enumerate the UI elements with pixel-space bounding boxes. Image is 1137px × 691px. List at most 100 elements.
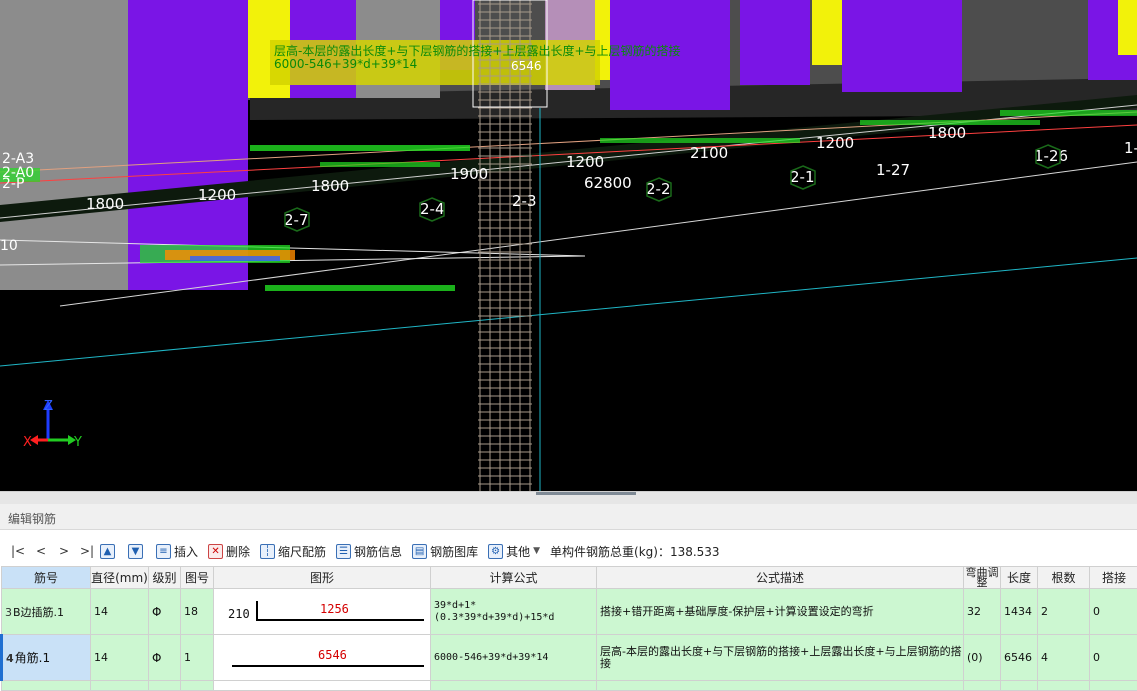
insert-row-icon: ≡: [156, 543, 171, 559]
axis-label: 1-26: [1034, 147, 1068, 165]
arrow-up-icon: ▲: [100, 543, 115, 559]
cell-diameter[interactable]: 14: [90, 634, 149, 681]
header-lap[interactable]: 搭接: [1089, 566, 1137, 589]
rebar-shape-drawing: 6546: [215, 636, 430, 680]
stirrups: [478, 3, 532, 485]
yellow-column-far-right: [1118, 0, 1137, 55]
header-diameter[interactable]: 直径(mm): [90, 566, 149, 589]
table-header: 筋号 直径(mm) 级别 图号 图形 计算公式 公式描述 弯曲调整 长度 根数 …: [1, 566, 1137, 589]
bar-name: 角筋.1: [14, 651, 51, 665]
overlay-formula: 6000-546+39*d+39*14: [274, 57, 417, 71]
header-count[interactable]: 根数: [1037, 566, 1090, 589]
cell-diameter[interactable]: 14: [90, 588, 149, 635]
nav-first-button[interactable]: |<: [8, 544, 28, 558]
move-down-button[interactable]: ▼: [128, 543, 146, 559]
dim-label: 1800: [311, 177, 349, 195]
chevron-down-icon: ▼: [533, 546, 541, 556]
row-number: 4: [6, 652, 14, 665]
cell-shape[interactable]: 6546: [213, 634, 431, 681]
cell-count[interactable]: 2: [1037, 588, 1090, 635]
dim-label: 2100: [690, 144, 728, 162]
header-fig-no[interactable]: 图号: [180, 566, 214, 589]
nav-next-button[interactable]: >: [54, 544, 74, 558]
panel-splitter[interactable]: [0, 491, 1137, 504]
cell-description[interactable]: 层高-本层的露出长度+与下层钢筋的搭接+上层露出长度+与上层钢筋的搭接: [596, 634, 964, 681]
table-row-empty[interactable]: [1, 680, 1137, 691]
rebar-shape-drawing: 210 1256: [215, 590, 430, 634]
other-dropdown[interactable]: ⚙ 其他 ▼: [488, 543, 540, 560]
other-label: 其他: [506, 544, 531, 559]
dim-label: 1800: [86, 195, 124, 213]
cell-lap[interactable]: 0: [1089, 588, 1137, 635]
library-icon: ▤: [412, 543, 428, 559]
move-up-button[interactable]: ▲: [100, 543, 118, 559]
purple-column-right-b: [842, 0, 962, 92]
shape-bend-length: 210: [228, 606, 250, 621]
delete-button[interactable]: ✕ 删除: [208, 543, 250, 560]
axis-label: 1-: [1124, 139, 1137, 157]
axis-z-label: Z: [44, 399, 53, 414]
table-row[interactable]: 4角筋.1 14 Φ 1 6546 6000-546+39*d+39*14 层高…: [0, 634, 1137, 681]
cell-fig-no[interactable]: 18: [180, 588, 214, 635]
nav-prev-button[interactable]: <: [31, 544, 51, 558]
blue-rebar: [190, 256, 280, 261]
header-formula[interactable]: 计算公式: [430, 566, 597, 589]
dim-label: 1200: [566, 153, 604, 171]
delete-label: 删除: [226, 544, 251, 559]
cell-count[interactable]: 4: [1037, 634, 1090, 681]
cell-bar-no[interactable]: 4角筋.1: [0, 634, 91, 681]
dim-label: 62800: [584, 174, 632, 192]
axis-label: 2-4: [420, 200, 445, 218]
description-text: 搭接+错开距离+基础厚度-保护层+计算设置设定的弯折: [600, 604, 874, 618]
header-description[interactable]: 公式描述: [596, 566, 964, 589]
header-bend-adjust[interactable]: 弯曲调整: [963, 566, 1001, 589]
cell-lap[interactable]: 0: [1089, 634, 1137, 681]
cell-bar-no[interactable]: 3B边插筋.1: [1, 588, 91, 635]
shape-main-line: [256, 618, 424, 621]
purple-column-right-a: [740, 0, 810, 85]
scale-rebar-button[interactable]: ┆ 缩尺配筋: [260, 543, 326, 560]
cell-length[interactable]: 6546: [1000, 634, 1038, 681]
rebar-toolbar: |< < > >| ▲ ▼ ≡ 插入 ✕ 删除 ┆ 缩尺配筋 ☰ 钢筋信息 ▤ 钢筋图库 …: [0, 536, 1137, 566]
header-shape[interactable]: 图形: [213, 566, 431, 589]
shape-length-value: 1256: [320, 601, 349, 616]
overlay-length: 6546: [511, 59, 542, 73]
cell-grade[interactable]: Φ: [148, 634, 181, 681]
cell-bend-adjust[interactable]: (0): [963, 634, 1001, 681]
cell-bend-adjust[interactable]: 32: [963, 588, 1001, 635]
header-grade[interactable]: 级别: [148, 566, 181, 589]
formula-text: 39*d+1*(0.3*39*d+39*d)+15*d: [434, 599, 555, 623]
splitter-grip[interactable]: [536, 492, 636, 495]
insert-label: 插入: [174, 544, 199, 559]
nav-last-button[interactable]: >|: [77, 544, 97, 558]
rebar-info-button[interactable]: ☰ 钢筋信息: [336, 543, 402, 560]
rebar-library-button[interactable]: ▤ 钢筋图库: [412, 543, 478, 560]
axis-x-label: X: [23, 435, 32, 450]
insert-button[interactable]: ≡ 插入: [156, 543, 198, 560]
cell-description[interactable]: 搭接+错开距离+基础厚度-保护层+计算设置设定的弯折: [596, 588, 964, 635]
axis-label: 2-2: [646, 180, 671, 198]
header-length[interactable]: 长度: [1000, 566, 1038, 589]
axis-label: 1-27: [876, 161, 910, 179]
ruler-icon: ┆: [260, 543, 276, 559]
3d-viewport[interactable]: 层高-本层的露出长度+与下层钢筋的搭接+上层露出长度+与上层钢筋的搭接 6000…: [0, 0, 1137, 491]
scene-drawing: 层高-本层的露出长度+与下层钢筋的搭接+上层露出长度+与上层钢筋的搭接 6000…: [0, 0, 1137, 491]
document-icon: ☰: [336, 543, 352, 559]
cell-formula[interactable]: 39*d+1*(0.3*39*d+39*d)+15*d: [430, 588, 597, 635]
cell-fig-no[interactable]: 1: [180, 634, 214, 681]
rebar-library-label: 钢筋图库: [430, 544, 479, 559]
scale-rebar-label: 缩尺配筋: [278, 544, 327, 559]
cell-shape[interactable]: 210 1256: [213, 588, 431, 635]
axes-gizmo: Z Y X: [23, 399, 82, 450]
header-bar-no[interactable]: 筋号: [1, 566, 91, 589]
shape-length-value: 6546: [318, 647, 347, 662]
total-weight: 单构件钢筋总重(kg)：138.533: [550, 544, 720, 559]
table-row[interactable]: 3B边插筋.1 14 Φ 18 210 1256 39*d+1*(0.3*39*…: [1, 588, 1137, 635]
axis-label: 2-7: [284, 211, 309, 229]
axis-y-label: Y: [73, 435, 82, 450]
gray-wall-left: [0, 0, 128, 290]
cell-grade[interactable]: Φ: [148, 588, 181, 635]
cell-formula[interactable]: 6000-546+39*d+39*14: [430, 634, 597, 681]
left-axis-label: 2-P: [2, 176, 24, 192]
cell-length[interactable]: 1434: [1000, 588, 1038, 635]
